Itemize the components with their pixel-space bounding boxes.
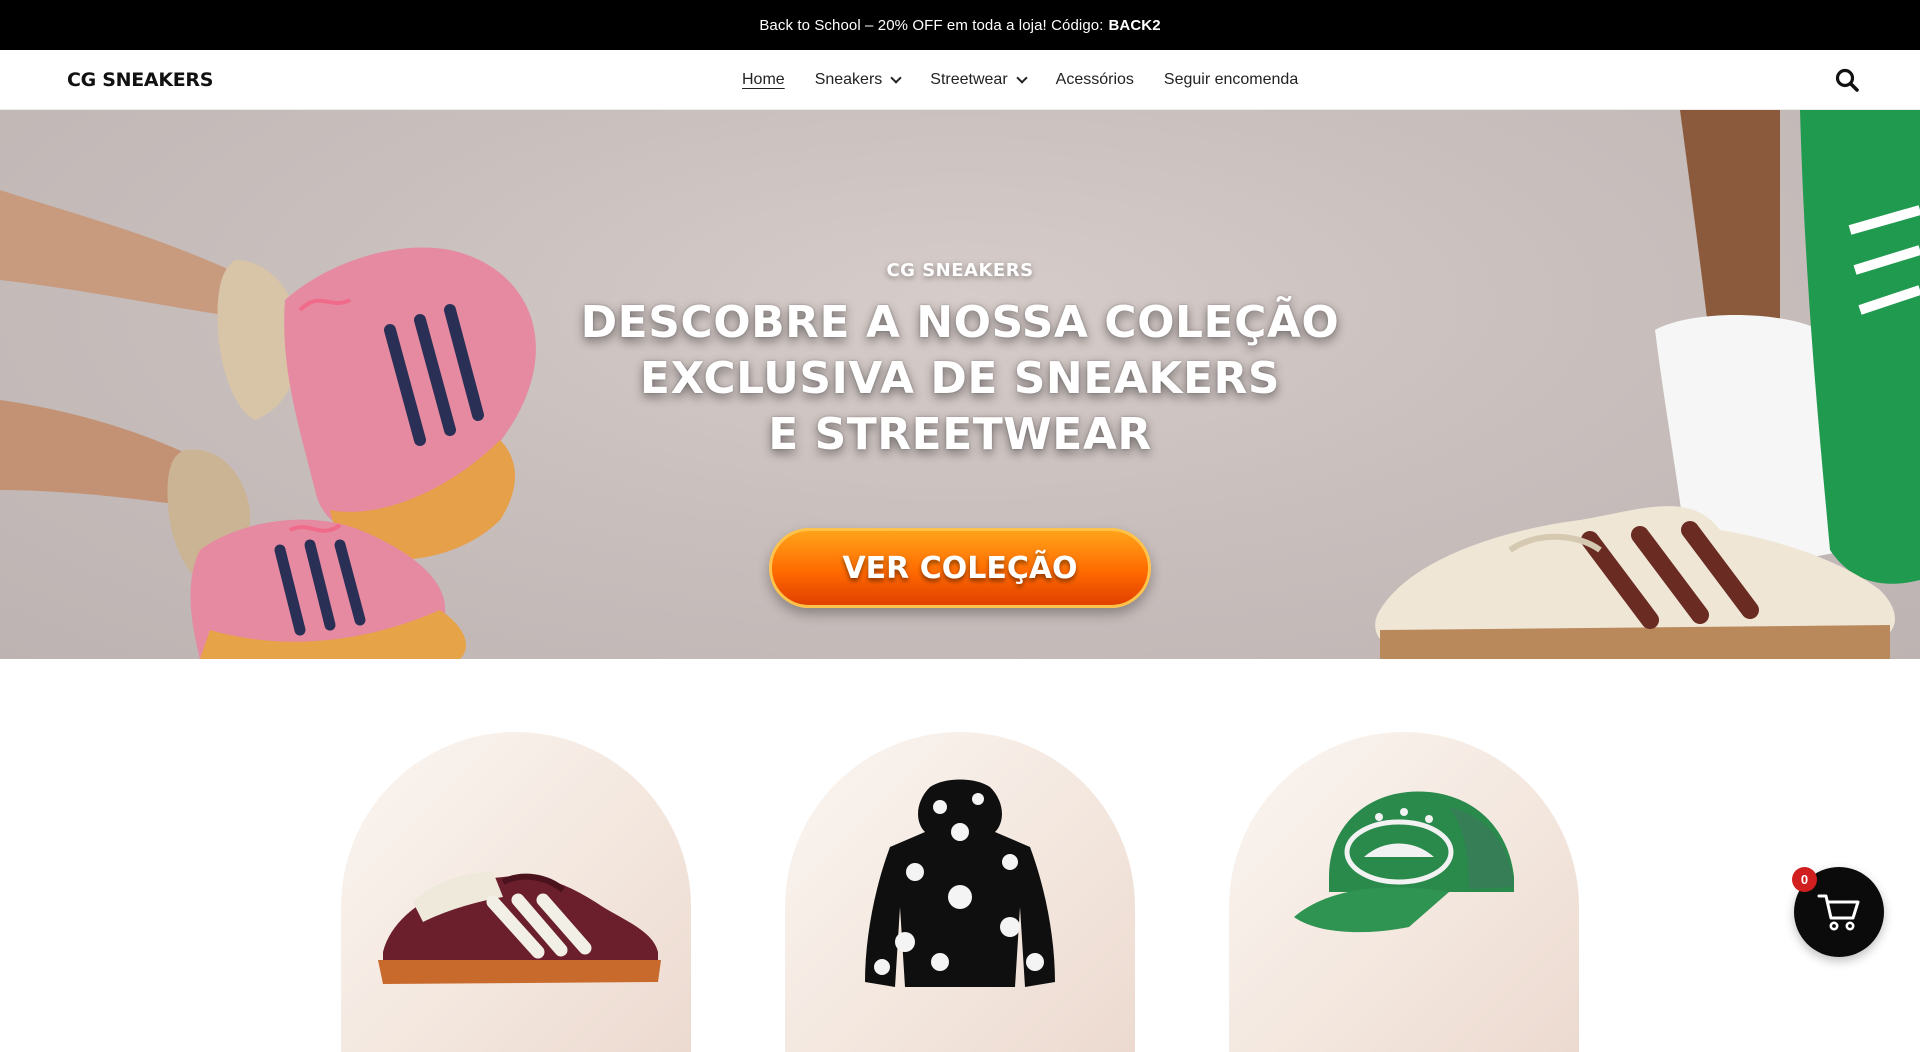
- hero-text-block: CG SNEAKERS DESCOBRE A NOSSA COLEÇÃO EXC…: [0, 260, 1920, 463]
- nav-item-sneakers[interactable]: Sneakers: [814, 71, 902, 89]
- hero-brand: CG SNEAKERS: [886, 260, 1034, 281]
- cart-icon: [1817, 894, 1860, 931]
- announcement-bar: Back to School – 20% OFF em toda a loja!…: [0, 0, 1920, 50]
- chevron-down-icon: [890, 72, 902, 84]
- nav-item-streetwear[interactable]: Streetwear: [930, 71, 1028, 89]
- hero-banner: CG SNEAKERS DESCOBRE A NOSSA COLEÇÃO EXC…: [0, 110, 1920, 659]
- announcement-text: Back to School – 20% OFF em toda a loja!…: [759, 16, 1104, 34]
- discount-code: BACK2: [1108, 16, 1161, 34]
- nav-item-label: Streetwear: [930, 71, 1008, 88]
- hero-title: DESCOBRE A NOSSA COLEÇÃO EXCLUSIVA DE SN…: [0, 295, 1920, 463]
- nav-item-acessorios[interactable]: Acessórios: [1056, 71, 1134, 89]
- nav-item-home[interactable]: Home: [742, 71, 785, 89]
- nav-item-label: Sneakers: [814, 71, 883, 88]
- category-card-sneakers[interactable]: [341, 732, 691, 1052]
- cart-count-badge: 0: [1792, 867, 1817, 892]
- view-collection-button[interactable]: VER COLEÇÃO: [769, 528, 1151, 608]
- nav-item-seguir-encomenda[interactable]: Seguir encomenda: [1164, 71, 1298, 89]
- hoodie-icon: [865, 779, 1055, 987]
- hero-title-line: EXCLUSIVA DE SNEAKERS: [639, 353, 1281, 404]
- chevron-down-icon: [1015, 72, 1028, 84]
- hero-title-line: E STREETWEAR: [768, 409, 1152, 460]
- hero-title-line: DESCOBRE A NOSSA COLEÇÃO: [580, 297, 1340, 348]
- category-card-accessories[interactable]: [1229, 732, 1579, 1052]
- nav-item-label: Home: [742, 71, 785, 88]
- nav-item-label: Acessórios: [1055, 71, 1134, 88]
- category-row: [0, 732, 1920, 1052]
- search-icon[interactable]: [1834, 67, 1860, 93]
- site-header: CG SNEAKERS Home Sneakers Streetwear Ace…: [0, 50, 1920, 110]
- site-logo[interactable]: CG SNEAKERS: [67, 69, 213, 91]
- main-nav: Home Sneakers Streetwear Acessórios Segu…: [742, 50, 1328, 110]
- sneaker-icon: [378, 872, 661, 984]
- cap-icon: [1294, 791, 1514, 933]
- nav-item-label: Seguir encomenda: [1163, 71, 1299, 88]
- category-card-streetwear[interactable]: [785, 732, 1135, 1052]
